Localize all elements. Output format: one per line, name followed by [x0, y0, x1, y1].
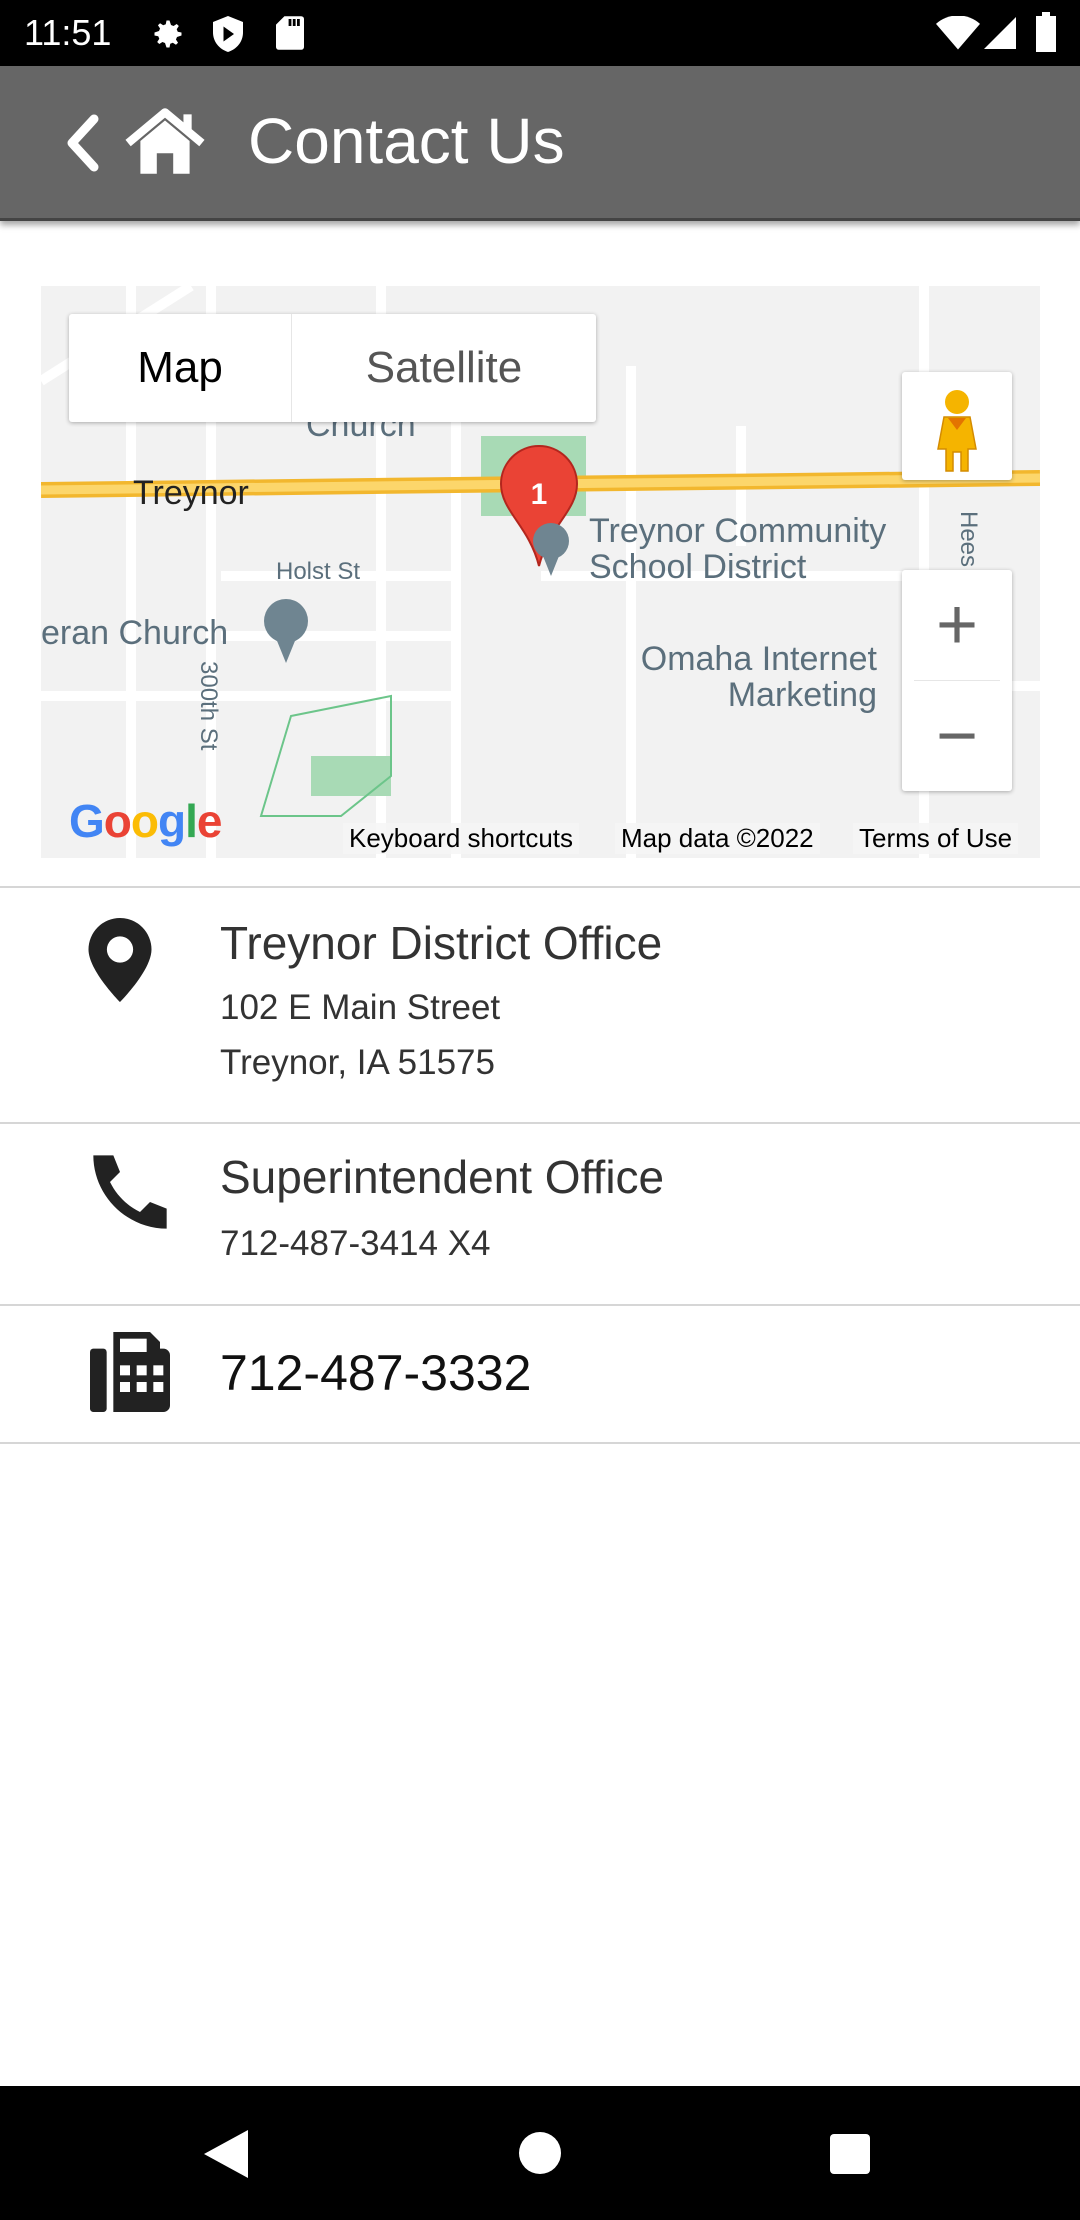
sd-card-icon: [276, 16, 304, 50]
navigation-bar: [0, 2086, 1080, 2220]
google-logo[interactable]: Google: [69, 794, 222, 848]
settings-icon: [154, 20, 182, 48]
contact-title: Treynor District Office: [220, 917, 663, 969]
map-label-hees: Hees: [955, 511, 982, 567]
back-nav-icon[interactable]: [204, 2130, 248, 2178]
phone-icon: [93, 1155, 167, 1229]
map-data-attribution: Map data ©2022: [615, 823, 820, 854]
map-type-satellite-button[interactable]: Satellite: [292, 314, 596, 422]
status-bar: 11:51: [0, 0, 1080, 66]
status-time: 11:51: [24, 12, 112, 53]
map-label-omaha: Omaha Internet: [641, 640, 878, 678]
map-view[interactable]: 1 Church Treynor Treynor Community Schoo…: [41, 286, 1040, 858]
map-label-town: Treynor: [133, 474, 249, 512]
zoom-control: + −: [902, 570, 1012, 791]
phone-number[interactable]: 712-487-3414 X4: [220, 1224, 491, 1264]
page-title: Contact Us: [248, 105, 565, 177]
marker-label: 1: [531, 478, 548, 511]
app-bar: Contact Us: [0, 66, 1080, 221]
address-line-2: Treynor, IA 51575: [220, 1043, 495, 1082]
zoom-in-button[interactable]: +: [902, 570, 1012, 680]
map-label-school-2: School District: [589, 548, 807, 586]
fax-number[interactable]: 712-487-3332: [220, 1344, 531, 1402]
map-pin-icon: [88, 918, 152, 1002]
map-type-control: Map Satellite: [69, 314, 596, 422]
home-nav-icon[interactable]: [519, 2132, 561, 2174]
contact-item-fax[interactable]: 712-487-3332: [0, 1306, 1080, 1444]
map-type-map-button[interactable]: Map: [69, 314, 292, 422]
contact-item-superintendent[interactable]: Superintendent Office 712-487-3414 X4: [0, 1124, 1080, 1306]
contact-item-office[interactable]: Treynor District Office 102 E Main Stree…: [0, 888, 1080, 1124]
wifi-icon: [936, 16, 980, 50]
pegman-icon: [937, 390, 977, 472]
address-line-1: 102 E Main Street: [220, 988, 501, 1027]
home-icon[interactable]: [124, 108, 206, 174]
shield-play-icon: [213, 16, 243, 52]
battery-icon: [1036, 12, 1056, 52]
map-label-omaha-2: Marketing: [728, 676, 877, 714]
signal-icon: [984, 17, 1016, 49]
fax-icon: [90, 1332, 170, 1412]
street-view-button[interactable]: [902, 372, 1012, 480]
chevron-left-icon[interactable]: [62, 112, 102, 174]
map-label-church: eran Church: [41, 614, 228, 652]
map-label-300th: 300th St: [195, 661, 222, 751]
zoom-out-button[interactable]: −: [902, 681, 1012, 791]
map-label-school: Treynor Community: [589, 512, 886, 550]
recents-nav-icon[interactable]: [830, 2134, 870, 2174]
contact-title: Superintendent Office: [220, 1151, 665, 1203]
terms-of-use-link[interactable]: Terms of Use: [853, 823, 1019, 854]
keyboard-shortcuts-link[interactable]: Keyboard shortcuts: [343, 823, 580, 854]
map-label-holst: Holst St: [276, 558, 360, 585]
